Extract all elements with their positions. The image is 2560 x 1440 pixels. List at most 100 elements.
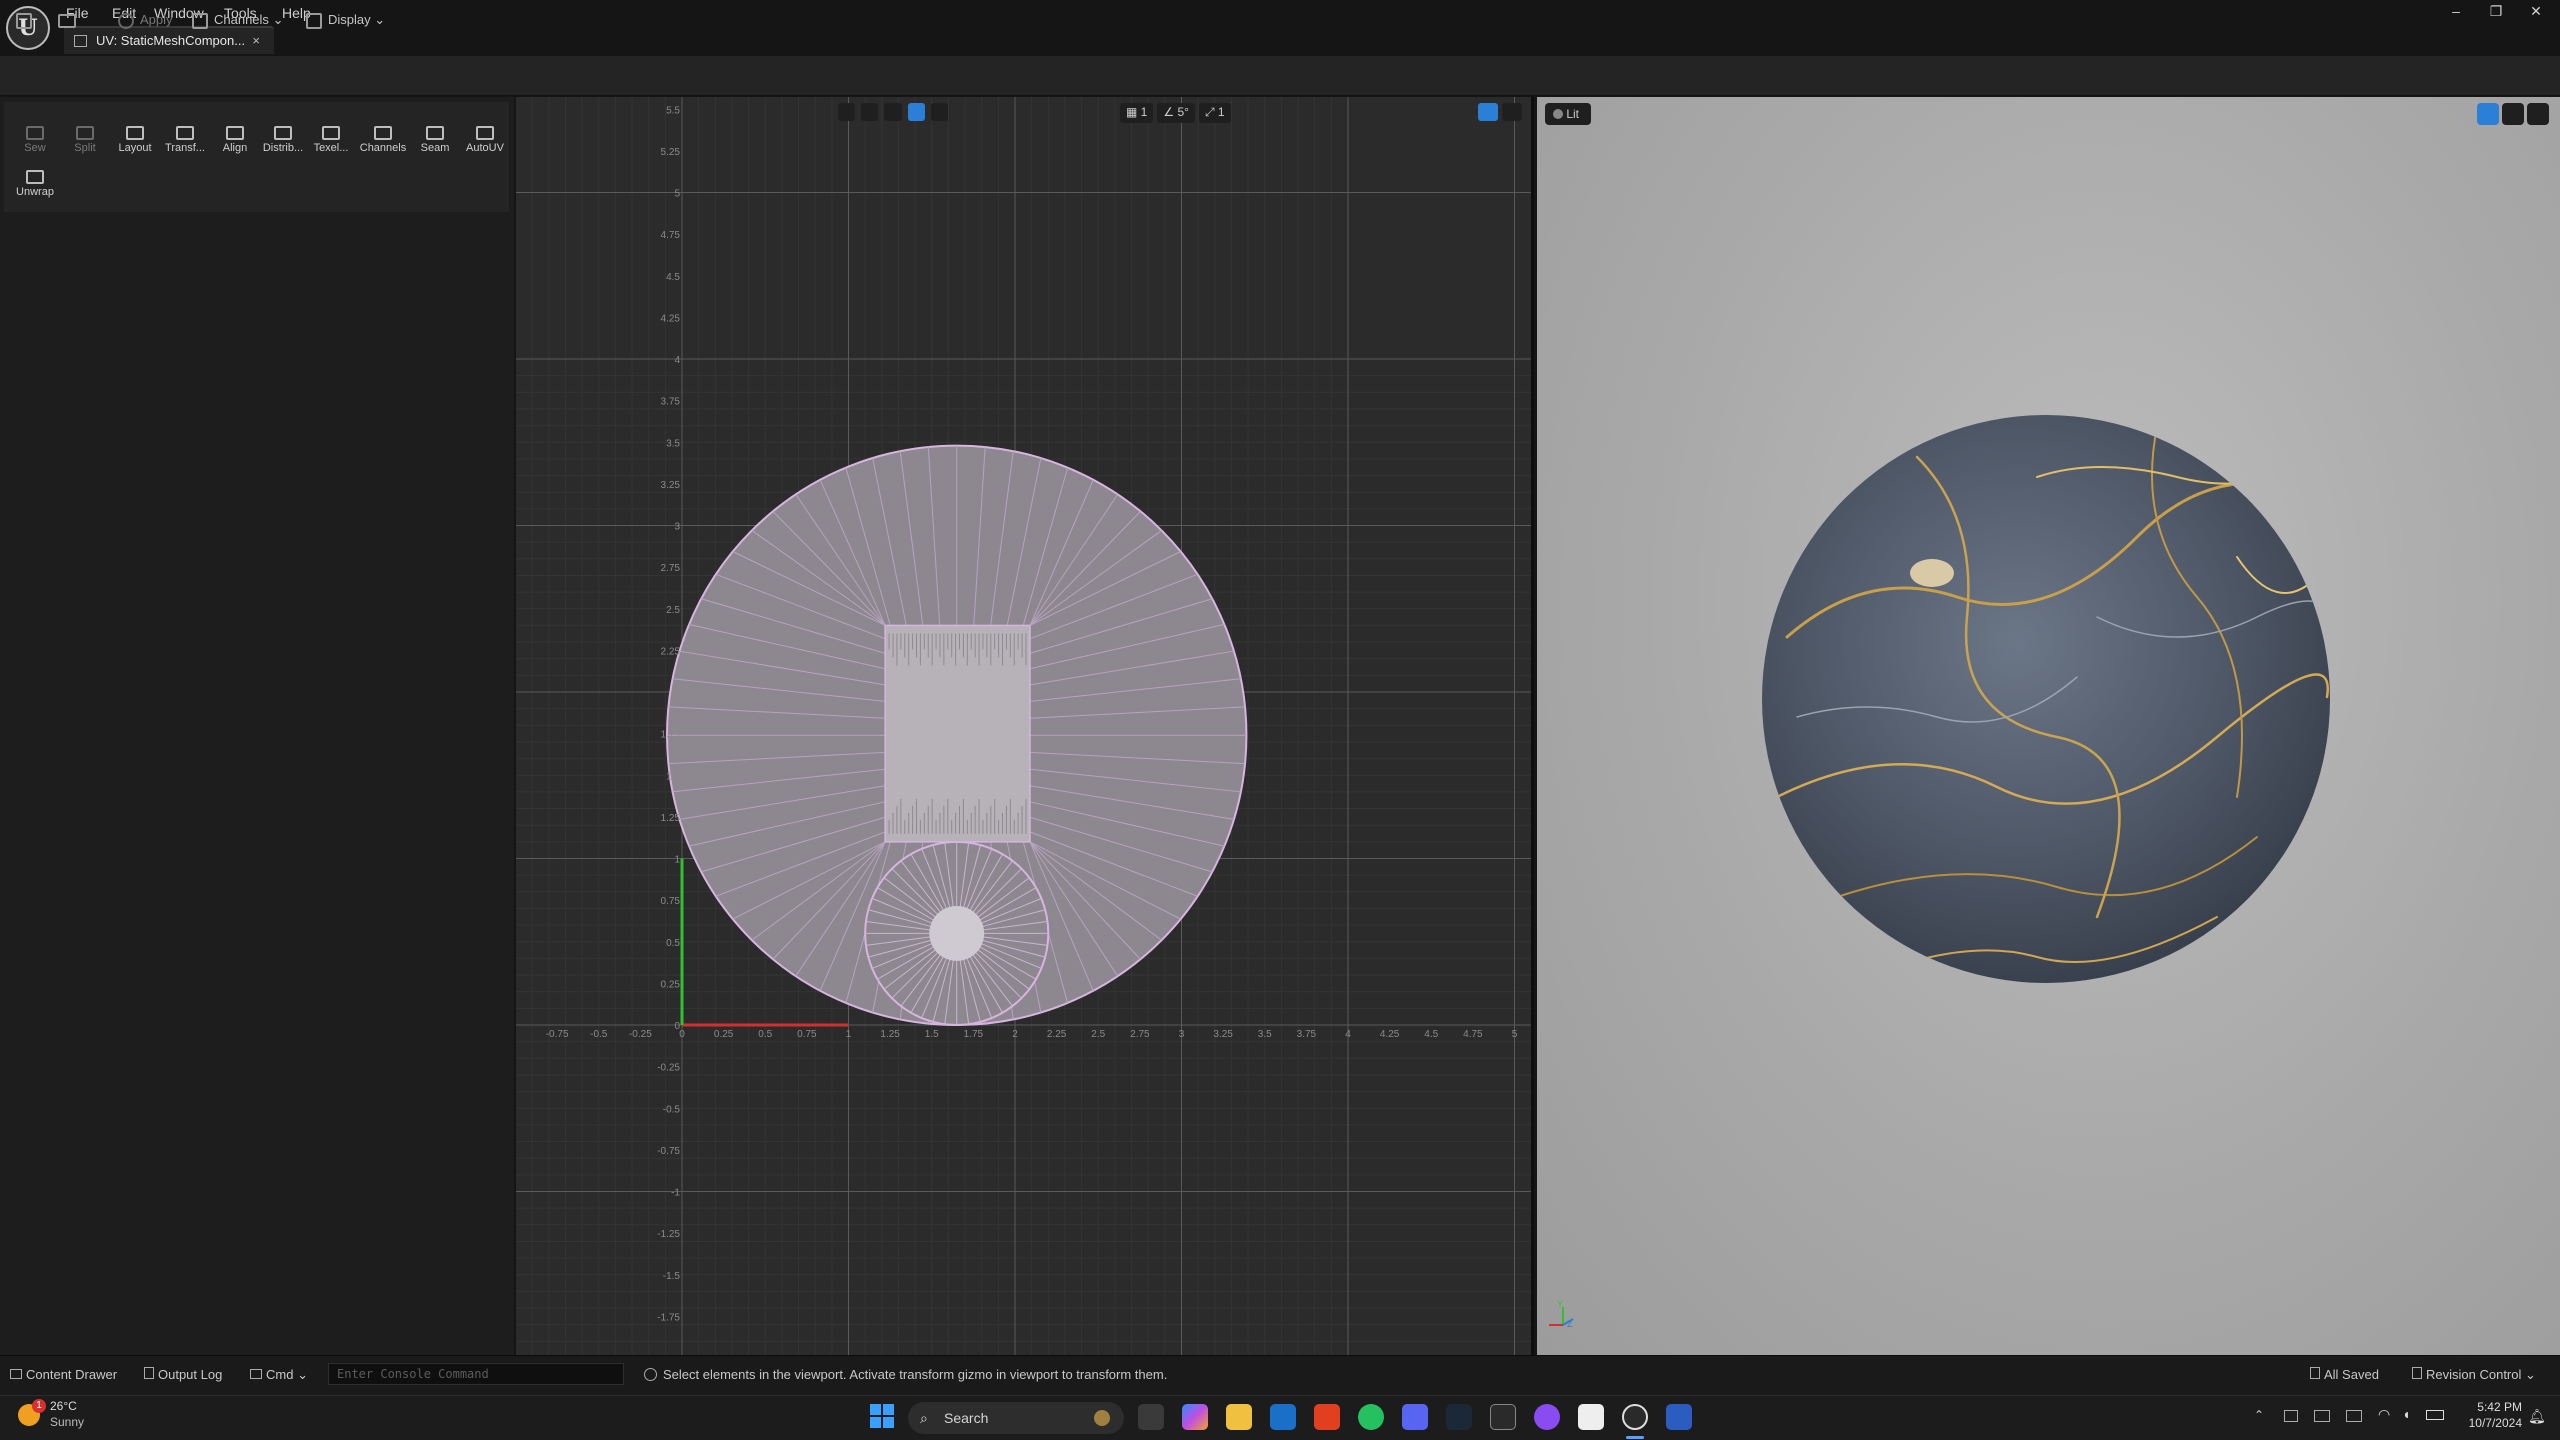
y-tick-label: 5.25 — [661, 147, 681, 158]
branch-icon — [2412, 1367, 2422, 1379]
outlook-icon[interactable] — [1270, 1404, 1296, 1430]
notion-icon[interactable] — [1578, 1404, 1604, 1430]
clock-time[interactable]: 5:42 PM — [2462, 1400, 2522, 1414]
x-tick-label: 3.5 — [1258, 1029, 1272, 1040]
scale-snap-toggle[interactable]: ⤢ 1 — [1198, 103, 1231, 123]
weather-desc[interactable]: Sunny — [50, 1415, 84, 1429]
triangle-select-icon[interactable] — [884, 103, 902, 121]
taskbar-search[interactable]: ⌕ Search — [908, 1402, 1124, 1434]
tool-seam[interactable]: Seam — [410, 118, 460, 162]
tool-distribute[interactable]: Distrib... — [258, 118, 308, 162]
whatsapp-icon[interactable] — [1358, 1404, 1384, 1430]
tool-texel[interactable]: Texel... — [306, 118, 356, 162]
unreal-engine-taskbar-icon[interactable] — [1622, 1404, 1648, 1430]
y-tick-label: 1.75 — [661, 730, 681, 741]
proton-vpn-icon[interactable] — [1534, 1404, 1560, 1430]
uv-islands[interactable] — [666, 444, 1248, 1026]
minimize-button[interactable]: – — [2436, 0, 2476, 22]
grid-snap-toggle[interactable]: ▦ 1 — [1120, 103, 1154, 123]
y-tick-label: 3.25 — [661, 480, 681, 491]
tool-layout[interactable]: Layout — [110, 118, 160, 162]
x-tick-label: 3 — [1179, 1029, 1185, 1040]
epic-games-icon[interactable] — [1490, 1404, 1516, 1430]
marble-disc-mesh[interactable] — [1537, 97, 2560, 1355]
x-tick-label: 4.5 — [1424, 1029, 1438, 1040]
discord-icon[interactable] — [1402, 1404, 1428, 1430]
tray-chevron-up-icon[interactable]: ⌃ — [2254, 1408, 2264, 1422]
y-tick-label: -0.75 — [657, 1146, 680, 1157]
x-tick-label: 4.25 — [1380, 1029, 1400, 1040]
browse-asset-icon[interactable] — [58, 8, 80, 32]
start-button[interactable] — [870, 1404, 894, 1428]
y-tick-label: 0.75 — [661, 896, 681, 907]
chevron-down-icon: ⌄ — [2525, 1367, 2536, 1382]
steam-icon[interactable] — [1446, 1404, 1472, 1430]
output-log-button[interactable]: Output Log — [144, 1365, 234, 1385]
x-tick-label: 2.25 — [1047, 1029, 1067, 1040]
content-drawer-button[interactable]: Content Drawer — [10, 1365, 126, 1385]
edge-select-icon[interactable] — [861, 103, 879, 121]
channels-icon — [192, 12, 208, 29]
revision-control-dropdown[interactable]: Revision Control ⌄ — [2412, 1365, 2552, 1385]
apply-icon — [118, 12, 134, 29]
clock-date[interactable]: 10/7/2024 — [2452, 1416, 2522, 1430]
restore-button[interactable]: ❐ — [2476, 0, 2516, 22]
x-tick-label: -0.75 — [546, 1029, 569, 1040]
uv-island-side[interactable] — [884, 624, 1031, 843]
y-tick-label: 1.5 — [666, 771, 680, 782]
uv-grid-canvas[interactable]: -0.75 -0.5 -0.25 0 0.25 0.5 0.75 1 1.25 1.5 1.75 2 2… — [516, 97, 1534, 1355]
mesh-select-icon[interactable] — [930, 103, 949, 121]
weather-temp[interactable]: 26°C — [50, 1399, 77, 1413]
tool-autouv[interactable]: AutoUV — [460, 118, 510, 162]
uv-editor-icon — [74, 35, 87, 47]
display-dropdown[interactable]: Display ⌄ — [306, 8, 396, 32]
tool-unwrap[interactable]: Unwrap — [10, 162, 60, 206]
brave-browser-icon[interactable] — [1314, 1404, 1340, 1430]
transform-gizmo-icon[interactable] — [1502, 103, 1522, 121]
tab-title: UV: StaticMeshCompon... — [96, 33, 246, 48]
copilot-icon[interactable] — [1182, 1404, 1208, 1430]
terminal-icon — [250, 1369, 262, 1379]
snap-settings-bar: ▦ 1 ∠ 5° ⤢ 1 — [1120, 103, 1231, 123]
save-icon[interactable] — [16, 8, 36, 32]
task-view-icon[interactable] — [1138, 1404, 1164, 1430]
rotation-snap-toggle[interactable]: ∠ 5° — [1157, 103, 1195, 123]
file-explorer-icon[interactable] — [1226, 1404, 1252, 1430]
vertex-select-icon[interactable] — [838, 103, 856, 121]
display-tray-icon[interactable] — [2346, 1410, 2362, 1422]
word-icon[interactable] — [1666, 1404, 1692, 1430]
y-tick-label: 4.5 — [666, 272, 680, 283]
x-tick-label: 0.25 — [714, 1029, 734, 1040]
x-tick-label: 2.5 — [1091, 1029, 1105, 1040]
wifi-icon[interactable]: ◠ — [2378, 1406, 2390, 1423]
close-window-button[interactable]: ✕ — [2516, 0, 2556, 22]
select-cursor-icon[interactable] — [1478, 103, 1498, 121]
x-tick-label: 4 — [1345, 1029, 1351, 1040]
x-tick-label: 4.75 — [1463, 1029, 1483, 1040]
battery-icon[interactable] — [2426, 1410, 2444, 1420]
island-select-icon[interactable] — [907, 103, 925, 121]
console-input[interactable]: Enter Console Command — [328, 1363, 624, 1385]
status-hint: Select elements in the viewport. Activat… — [644, 1365, 1444, 1385]
axis-label-y: Y — [1557, 1299, 1564, 1309]
notifications-icon[interactable]: 🔔︎ — [2528, 1408, 2546, 1425]
x-tick-label: 2 — [1012, 1029, 1018, 1040]
apply-button[interactable]: Apply — [118, 8, 188, 32]
channels-dropdown[interactable]: Channels ⌄ — [192, 8, 292, 32]
3d-preview-viewport[interactable]: Lit Y Z — [1537, 97, 2560, 1355]
drawer-icon — [10, 1369, 22, 1379]
cmd-dropdown[interactable]: Cmd ⌄ — [250, 1365, 320, 1385]
tool-split[interactable]: Split — [60, 118, 110, 162]
tool-transform[interactable]: Transf... — [160, 118, 210, 162]
keyboard-icon[interactable] — [2314, 1410, 2330, 1422]
y-tick-label: 2.25 — [661, 646, 681, 657]
y-tick-label: 2 — [674, 688, 680, 699]
uv-viewport[interactable]: -0.75 -0.5 -0.25 0 0.25 0.5 0.75 1 1.25 1.5 1.75 2 2… — [516, 97, 1534, 1355]
tool-align[interactable]: Align — [210, 118, 260, 162]
volume-icon[interactable]: ◖ — [2402, 1406, 2410, 1422]
tool-channels[interactable]: Channels — [358, 118, 408, 162]
tool-sew[interactable]: Sew — [10, 118, 60, 162]
tray-app-icon[interactable] — [2284, 1410, 2298, 1422]
x-tick-label: 0.5 — [758, 1029, 772, 1040]
all-saved-indicator[interactable]: All Saved — [2310, 1365, 2390, 1385]
